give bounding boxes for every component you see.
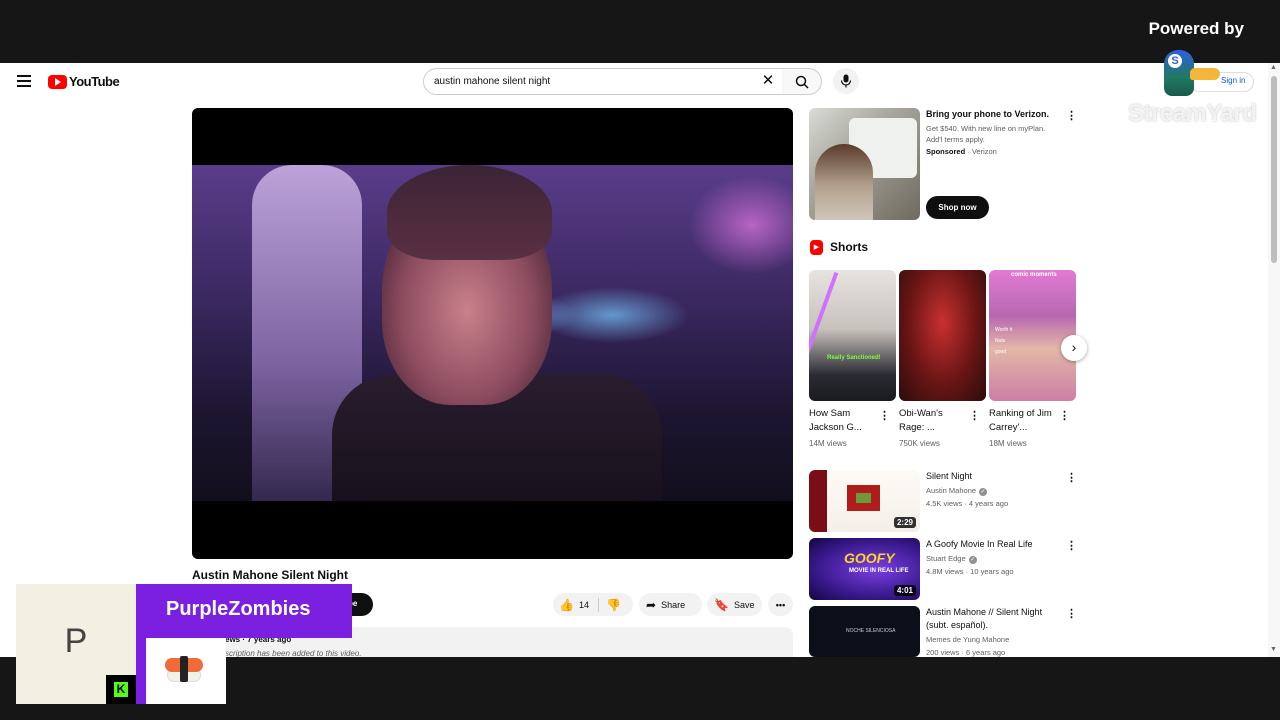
video-title: Austin Mahone Silent Night <box>192 568 348 582</box>
stream-top-band <box>0 0 1280 63</box>
channel-name[interactable]: Memes de Yung Mahone <box>926 635 1009 644</box>
streamyard-watermark: StreamYard <box>1128 100 1257 127</box>
short-title[interactable]: Ranking of Jim Carrey'... <box>989 407 1057 435</box>
short-more-icon[interactable]: ⋮ <box>969 409 980 423</box>
dislike-icon[interactable]: 👎 <box>606 598 621 612</box>
short-overlay-list: Worth it Nuts good <box>995 327 1013 355</box>
youtube-play-icon <box>48 74 67 89</box>
like-count[interactable]: 14 <box>579 600 589 610</box>
ad-title[interactable]: Bring your phone to Verizon. <box>926 109 1049 119</box>
description-text: scription has been added to this video. <box>225 649 362 657</box>
ad-thumbnail[interactable] <box>809 108 920 220</box>
display-name-banner: PurpleZombies <box>136 584 352 638</box>
kick-icon: K <box>106 675 136 704</box>
clear-search-icon[interactable]: ✕ <box>760 73 776 89</box>
thumbnail-subtext: MOVIE IN REAL LIFE <box>849 568 909 574</box>
video-title-link[interactable]: Austin Mahone // Silent Night (subt. esp… <box>926 606 1056 632</box>
search-input[interactable]: austin mahone silent night <box>423 68 783 95</box>
thumbnail-text: GOOFY <box>844 550 895 566</box>
short-more-icon[interactable]: ⋮ <box>879 409 890 423</box>
short-more-icon[interactable]: ⋮ <box>1059 409 1070 423</box>
shorts-icon: ▶ <box>810 240 823 255</box>
video-frame <box>192 165 793 501</box>
video-more-icon[interactable]: ⋮ <box>1066 539 1077 553</box>
short-thumbnail[interactable]: Really Sanctioned! <box>809 270 896 401</box>
short-thumbnail[interactable]: comic moments Worth it Nuts good <box>989 270 1076 401</box>
video-title-link[interactable]: A Goofy Movie In Real Life <box>926 538 1056 551</box>
thumbnail-text: NOCHE SILENCIOSA <box>846 628 896 634</box>
voice-search-button[interactable] <box>833 68 859 94</box>
microphone-icon <box>840 74 852 88</box>
video-thumbnail[interactable]: NOCHE SILENCIOSA <box>809 606 920 657</box>
verified-icon: ✓ <box>968 556 977 564</box>
search-button[interactable] <box>782 68 822 95</box>
ad-description: Get $540. With new line on myPlan. Add'l… <box>926 124 1046 144</box>
scrollbar-thumb[interactable] <box>1271 76 1277 263</box>
save-label: Save <box>733 599 755 610</box>
streamyard-initial: S <box>1168 54 1182 68</box>
ad-sponsor-line: Sponsored · Verizon <box>926 147 997 156</box>
advertiser-name: · Verizon <box>965 147 997 156</box>
short-overlay-text: Really Sanctioned! <box>827 355 881 361</box>
video-title-link[interactable]: Silent Night <box>926 470 1056 483</box>
short-title[interactable]: Obi-Wan's Rage: ... <box>899 407 967 435</box>
powered-by-label: Powered by <box>1148 19 1244 38</box>
short-views: 750K views <box>899 439 940 448</box>
video-player[interactable] <box>192 108 793 559</box>
page-scrollbar[interactable]: ▲ ▼ <box>1268 63 1280 657</box>
shorts-heading: Shorts <box>830 240 869 254</box>
search-icon <box>795 75 809 89</box>
kick-badge-letter: K <box>114 682 128 697</box>
video-thumbnail[interactable]: 2:29 <box>809 470 920 532</box>
scroll-down-icon[interactable]: ▼ <box>1270 646 1277 653</box>
channel-name-text: Stuart Edge <box>926 554 966 563</box>
browser-viewport: YouTube austin mahone silent night ✕ Sig… <box>0 63 1280 657</box>
share-button[interactable]: ➦ Share <box>639 593 702 616</box>
bookmark-icon: 🔖 <box>714 597 729 612</box>
short-thumbnail[interactable] <box>899 270 986 401</box>
video-thumbnail[interactable]: GOOFY MOVIE IN REAL LIFE 4:01 <box>809 538 920 600</box>
streamyard-duck-logo: S <box>1160 48 1230 100</box>
youtube-header: YouTube austin mahone silent night ✕ Sig… <box>0 63 1268 101</box>
more-actions-button[interactable]: ••• <box>768 593 793 616</box>
video-meta: 4.5K views · 4 years ago <box>926 499 1009 508</box>
sponsored-label: Sponsored <box>926 147 966 156</box>
stream-frame: Powered by YouTube austin mahone silent … <box>0 0 1280 720</box>
like-dislike-group: 👍 14 👎 <box>553 593 633 616</box>
shop-now-button[interactable]: Shop now <box>926 196 989 219</box>
verified-icon: ✓ <box>979 488 988 496</box>
menu-icon[interactable] <box>17 75 31 87</box>
save-button[interactable]: 🔖 Save <box>707 593 762 616</box>
video-meta: 4.8M views · 10 years ago <box>926 567 1014 576</box>
channel-name[interactable]: Austin Mahone ✓ <box>926 486 988 496</box>
sushi-icon <box>136 638 226 704</box>
short-overlay-text: comic moments <box>1011 272 1057 278</box>
short-title[interactable]: How Sam Jackson G... <box>809 407 877 435</box>
duration-badge: 4:01 <box>893 585 916 596</box>
logo-text: YouTube <box>69 74 120 89</box>
channel-name-text: Austin Mahone <box>926 486 977 495</box>
video-more-icon[interactable]: ⋮ <box>1066 471 1077 485</box>
ad-more-icon[interactable]: ⋮ <box>1066 109 1077 123</box>
video-meta: 200 views · 6 years ago <box>926 648 1006 657</box>
shorts-next-button[interactable]: › <box>1061 335 1087 361</box>
channel-name[interactable]: Stuart Edge ✓ <box>926 554 977 564</box>
duration-badge: 2:29 <box>893 517 916 528</box>
like-icon[interactable]: 👍 <box>559 598 574 612</box>
display-name: PurpleZombies <box>166 598 311 620</box>
short-views: 14M views <box>809 439 847 448</box>
share-icon: ➦ <box>646 597 657 612</box>
scroll-up-icon[interactable]: ▲ <box>1270 64 1277 71</box>
youtube-logo[interactable]: YouTube <box>48 74 120 89</box>
camera-initial: P <box>64 622 88 660</box>
short-views: 18M views <box>989 439 1027 448</box>
share-label: Share <box>661 599 686 610</box>
video-more-icon[interactable]: ⋮ <box>1066 607 1077 621</box>
